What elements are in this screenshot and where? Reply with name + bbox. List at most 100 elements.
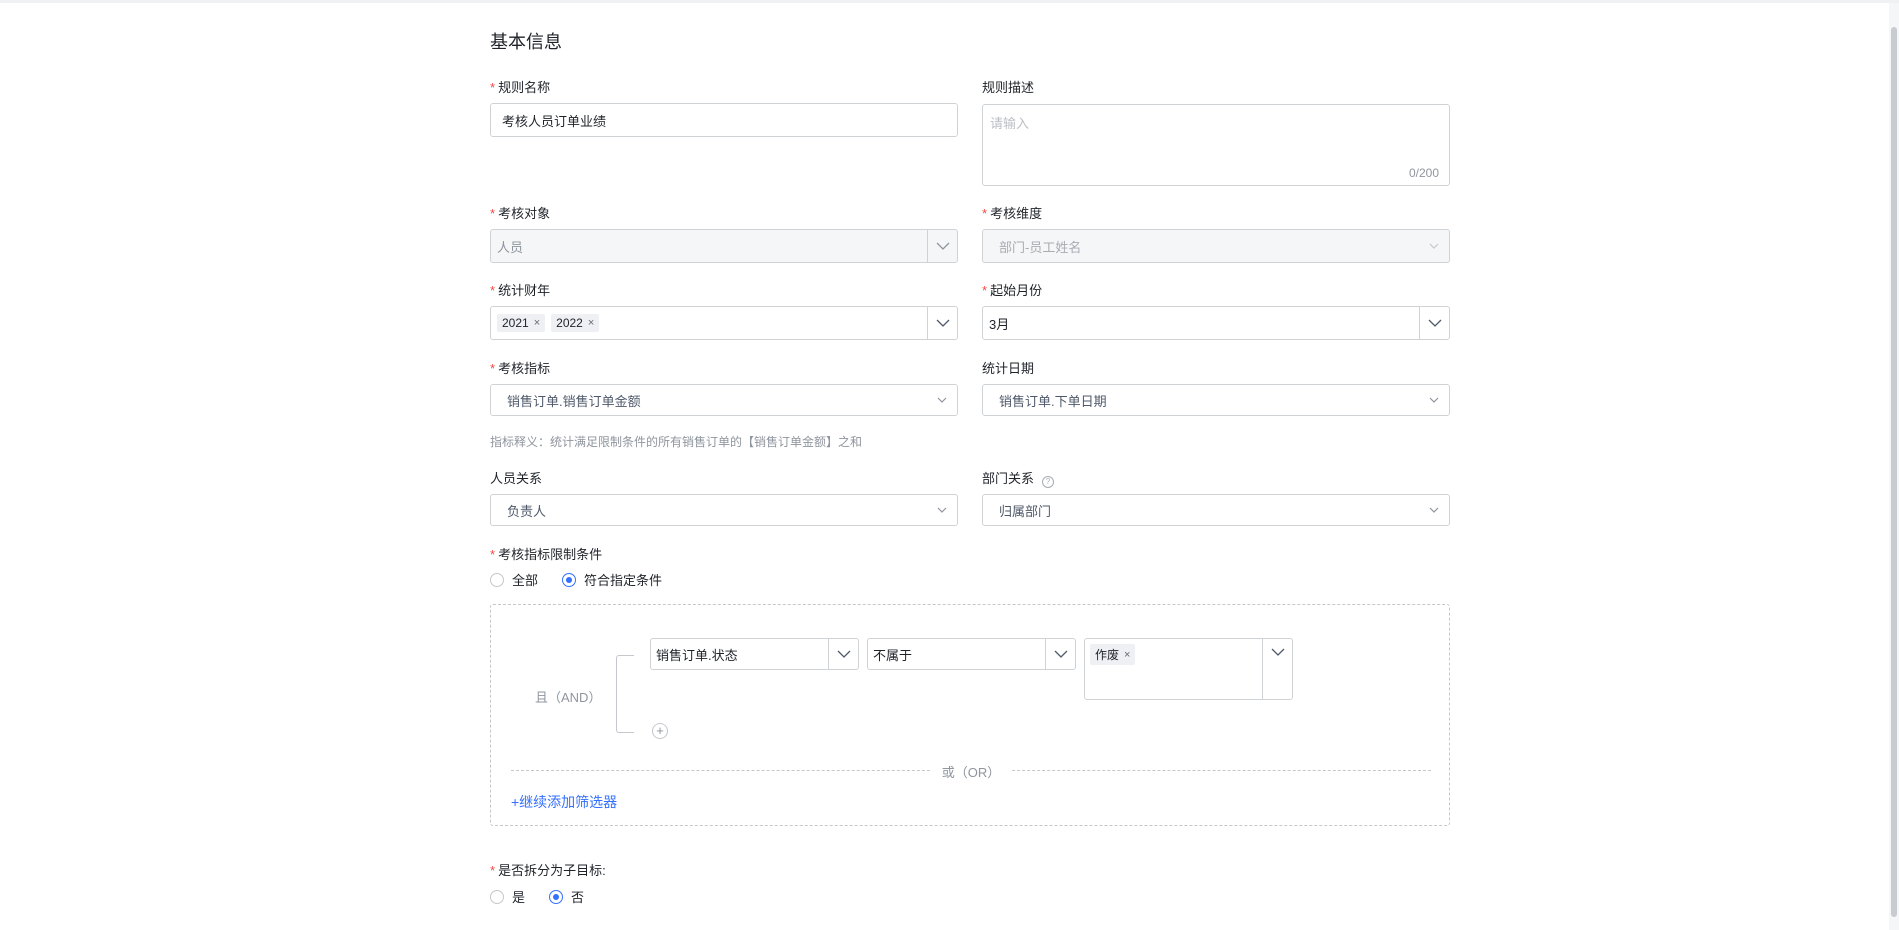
stat-date-select[interactable]: 销售订单.下单日期 [982,384,1450,416]
assess-object-label: * 考核对象 [490,203,550,222]
rule-name-label-text: 规则名称 [498,80,551,95]
condition-label: * 考核指标限制条件 [490,544,602,563]
split-label: * 是否拆分为子目标: [490,860,606,879]
required-mark: * [982,206,988,221]
chevron-down-icon[interactable] [828,639,858,669]
start-month-label: * 起始月份 [982,280,1042,299]
person-relation-select[interactable]: 负责人 [490,494,958,526]
tag-label: 2021 [502,316,529,330]
start-month-label-text: 起始月份 [990,283,1043,298]
radio-dot-selected[interactable] [562,572,577,587]
required-mark: * [490,863,496,878]
split-label-text: 是否拆分为子目标: [498,863,606,878]
rule-name-value: 考核人员订单业绩 [502,113,607,129]
question-circle-icon[interactable]: ? [1042,476,1055,488]
dept-relation-value: 归属部门 [999,503,1052,519]
indicator-label-text: 考核指标 [498,361,551,376]
chevron-down-icon[interactable] [1262,639,1292,699]
assess-dimension-label-text: 考核维度 [990,206,1043,221]
dept-relation-label-text: 部门关系 [982,471,1035,486]
filter-operator-value: 不属于 [873,647,913,663]
split-radio-no[interactable]: 否 [549,887,584,906]
assess-dimension-value: 部门-员工姓名 [999,239,1082,255]
chevron-down-icon[interactable] [1419,307,1449,339]
indicator-label: * 考核指标 [490,358,550,377]
dept-relation-label: 部门关系? [982,468,1055,488]
or-label-wrap: 或（OR） [511,762,1431,781]
dept-relation-select[interactable]: 归属部门 [982,494,1450,526]
required-mark: * [490,80,496,95]
radio-label: 全部 [512,573,539,588]
start-month-select[interactable]: 3月 [982,306,1450,340]
filter-field-value: 销售订单.状态 [656,647,738,663]
required-mark: * [982,283,988,298]
chevron-down-icon[interactable] [1419,385,1449,415]
required-mark: * [490,283,496,298]
indicator-hint: 指标释义：统计满足限制条件的所有销售订单的【销售订单金额】之和 [490,435,863,449]
stat-date-label: 统计日期 [982,358,1034,377]
rule-desc-char-count: 0/200 [1408,166,1439,180]
rule-name-input[interactable]: 考核人员订单业绩 [490,103,958,137]
chevron-down-icon[interactable] [927,495,957,525]
add-filter-link[interactable]: +继续添加筛选器 [511,792,617,812]
filter-builder: 且（AND） 销售订单.状态 不属于 作废 × + 或（OR） +继续添加筛选器 [490,604,1450,826]
assess-dimension-select: 部门-员工姓名 [982,229,1450,263]
assess-object-label-text: 考核对象 [498,206,551,221]
fiscal-year-tag: 2021 × [497,314,546,332]
scrollbar-thumb[interactable] [1891,27,1897,917]
radio-dot[interactable] [490,889,504,904]
close-icon[interactable]: × [588,317,594,329]
filter-value-multiselect[interactable]: 作废 × [1084,638,1293,700]
fiscal-year-multiselect[interactable]: 2021 × 2022 × [490,306,958,340]
radio-dot[interactable] [490,572,504,587]
rule-desc-textarea[interactable]: 请输入 0/200 [982,104,1450,186]
required-mark: * [490,206,496,221]
radio-label: 是 [512,890,526,905]
and-label: 且（AND） [535,690,602,705]
chevron-down-icon[interactable] [927,307,957,339]
filter-value-tag: 作废 × [1090,644,1136,665]
radio-dot-selected[interactable] [549,889,564,904]
condition-radio-group: 全部 符合指定条件 [490,570,686,589]
assess-object-value: 人员 [497,239,524,255]
rule-form: 基本信息 * 规则名称 考核人员订单业绩 规则描述 请输入 0/200 * 考核对象… [490,0,1450,930]
rule-desc-label: 规则描述 [982,77,1034,96]
scrollbar[interactable] [1889,3,1899,930]
or-divider: 或（OR） [511,762,1431,781]
radio-label: 符合指定条件 [584,573,663,588]
person-relation-label-text: 人员关系 [490,471,543,486]
chevron-down-icon [1419,230,1449,262]
split-radio-group: 是 否 [490,887,608,906]
stat-date-value: 销售订单.下单日期 [999,393,1107,409]
filter-operator-select[interactable]: 不属于 [867,638,1076,670]
rule-desc-placeholder: 请输入 [990,116,1030,131]
condition-radio-specified[interactable]: 符合指定条件 [562,570,662,589]
filter-field-select[interactable]: 销售订单.状态 [650,638,859,670]
rule-desc-label-text: 规则描述 [982,80,1035,95]
fiscal-year-label: * 统计财年 [490,280,550,299]
filter-value-tags: 作废 × [1090,644,1136,665]
close-icon[interactable]: × [534,317,540,329]
chevron-down-icon[interactable] [927,385,957,415]
fiscal-year-tag: 2022 × [551,314,600,332]
chevron-down-icon [927,230,957,262]
condition-label-text: 考核指标限制条件 [498,547,603,562]
chevron-down-icon[interactable] [1045,639,1075,669]
indicator-value: 销售订单.销售订单金额 [507,393,641,409]
assess-dimension-label: * 考核维度 [982,203,1042,222]
tag-label: 作废 [1095,648,1120,662]
person-relation-value: 负责人 [507,503,547,519]
section-title: 基本信息 [490,32,562,52]
close-icon[interactable]: × [1124,649,1130,661]
condition-radio-all[interactable]: 全部 [490,570,538,589]
assess-object-select: 人员 [490,229,958,263]
fiscal-year-label-text: 统计财年 [498,283,551,298]
split-radio-yes[interactable]: 是 [490,887,525,906]
tag-label: 2022 [556,316,583,330]
and-bracket [616,655,634,733]
indicator-select[interactable]: 销售订单.销售订单金额 [490,384,958,416]
add-condition-icon[interactable]: + [652,723,668,739]
person-relation-label: 人员关系 [490,468,542,487]
radio-label: 否 [571,890,585,905]
chevron-down-icon[interactable] [1419,495,1449,525]
